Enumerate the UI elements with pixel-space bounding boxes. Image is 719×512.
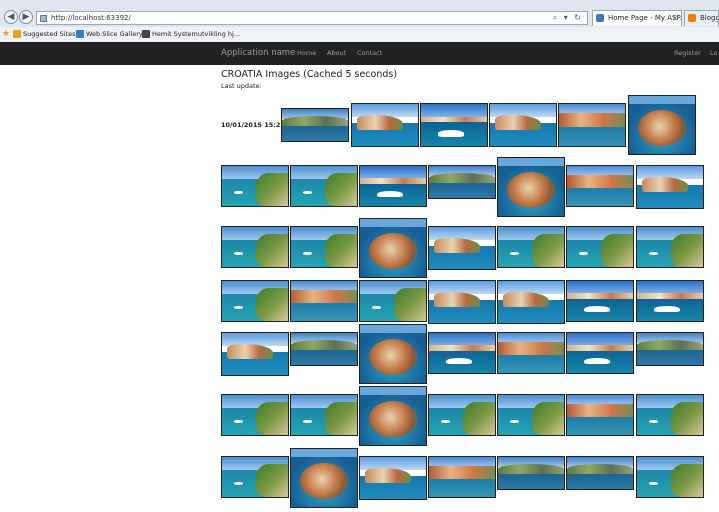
croatia-image	[290, 280, 358, 322]
croatia-image	[359, 456, 427, 500]
croatia-image	[636, 394, 704, 436]
croatia-image	[428, 456, 496, 498]
croatia-image	[221, 394, 289, 436]
croatia-image	[290, 448, 358, 508]
croatia-image	[497, 456, 565, 490]
croatia-image	[290, 165, 358, 207]
croatia-image	[566, 226, 634, 268]
croatia-image	[428, 280, 496, 324]
croatia-image	[351, 103, 419, 147]
croatia-image	[497, 226, 565, 268]
croatia-image	[497, 394, 565, 436]
croatia-image	[566, 165, 634, 207]
croatia-image	[636, 280, 704, 322]
croatia-image	[428, 226, 496, 270]
croatia-image	[221, 332, 289, 376]
croatia-image	[566, 394, 634, 436]
croatia-image	[290, 394, 358, 436]
croatia-image	[497, 332, 565, 374]
croatia-image	[221, 280, 289, 322]
croatia-image	[221, 456, 289, 498]
croatia-image	[428, 332, 496, 374]
croatia-image	[489, 103, 557, 147]
croatia-image	[497, 280, 565, 324]
croatia-image	[359, 218, 427, 278]
croatia-image	[221, 165, 289, 207]
croatia-image	[290, 332, 358, 366]
croatia-image	[566, 332, 634, 374]
croatia-image	[428, 394, 496, 436]
croatia-image	[359, 165, 427, 207]
croatia-image	[628, 95, 696, 155]
croatia-image	[281, 108, 349, 142]
croatia-image	[359, 386, 427, 446]
croatia-image	[221, 226, 289, 268]
croatia-image	[566, 456, 634, 490]
croatia-image	[428, 165, 496, 199]
croatia-image	[359, 280, 427, 322]
croatia-image	[636, 456, 704, 498]
croatia-image	[420, 103, 488, 147]
croatia-image	[636, 165, 704, 209]
croatia-image	[558, 103, 626, 147]
croatia-image	[636, 332, 704, 366]
croatia-image	[497, 157, 565, 217]
croatia-image	[290, 226, 358, 268]
croatia-image	[359, 324, 427, 384]
croatia-image	[566, 280, 634, 322]
image-gallery	[0, 0, 719, 512]
croatia-image	[636, 226, 704, 268]
